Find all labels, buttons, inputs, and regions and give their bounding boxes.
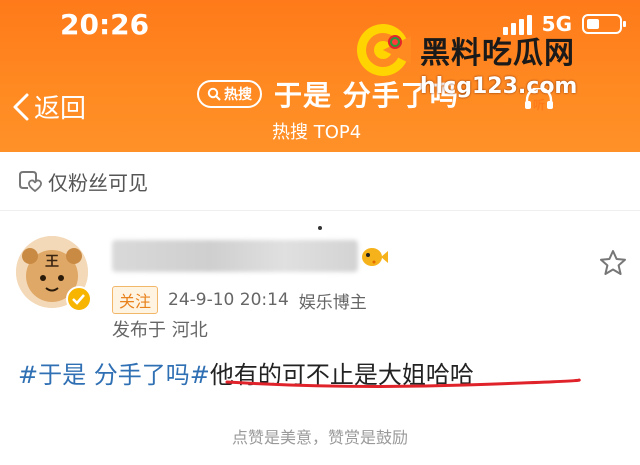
post-date: 24-9-10 20:14 [168, 290, 289, 310]
hot-tag-label: 热搜 [224, 87, 252, 103]
user-tag: 娱乐博主 [298, 292, 367, 313]
back-button[interactable]: 返回 [12, 88, 86, 125]
watermark-logo-icon [357, 24, 411, 76]
reward-tip: 点赞是美意，赞赏是鼓励 [231, 428, 408, 447]
post-meta: 关注 24-9-10 20:14 娱乐博主 [112, 286, 367, 314]
back-label: 返回 [34, 94, 87, 124]
fans-only-icon [19, 171, 42, 193]
search-icon [207, 87, 221, 101]
follow-button[interactable]: 关注 [112, 286, 159, 314]
star-icon[interactable] [598, 248, 628, 278]
hashtag-link[interactable]: #于是 分手了吗# [18, 361, 210, 389]
pufferfish-badge-icon [362, 248, 388, 266]
visibility-label: 仅粉丝可见 [48, 170, 148, 195]
battery-icon [582, 14, 626, 34]
watermark-title: 黑料吃瓜网 [420, 36, 575, 71]
blurred-username[interactable] [112, 240, 358, 272]
hot-search-tag: 热搜 [197, 80, 262, 108]
status-time: 20:26 [60, 8, 150, 41]
app-header: 20:26 5G 返回 热搜 于是 分手了吗 热搜 TOP4 黑料吃瓜网 hlc… [0, 0, 640, 152]
divider-dot [318, 226, 322, 230]
visibility-row: 仅粉丝可见 [0, 152, 640, 211]
svg-text:王: 王 [45, 254, 59, 270]
verified-badge-icon [66, 286, 92, 312]
chevron-left-icon [13, 93, 29, 120]
post-location: 发布于 河北 [112, 320, 208, 341]
red-underline-annotation [225, 378, 581, 388]
listen-button[interactable]: 听 [522, 86, 556, 113]
topic-subtitle: 热搜 TOP4 [272, 122, 362, 143]
